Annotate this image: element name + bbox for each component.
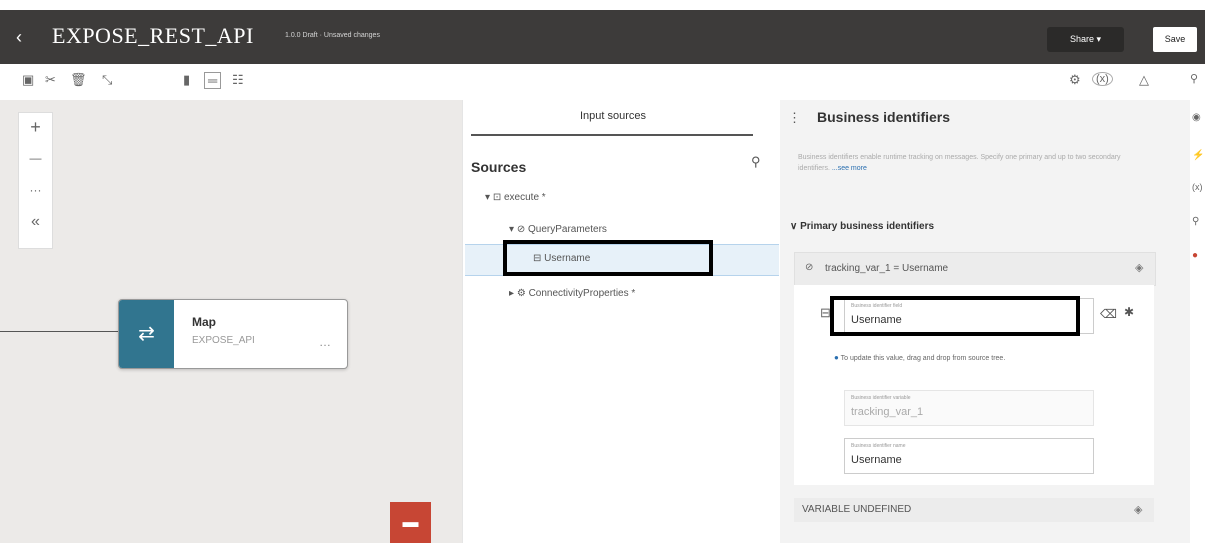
tree-node-connectivity[interactable]: ▸ ⚙ ConnectivityProperties * — [509, 288, 635, 299]
chat-icon[interactable]: ▬ — [390, 502, 431, 543]
visibility-icon[interactable]: ◈ — [1135, 261, 1143, 274]
expand-icon[interactable]: ⤡ — [102, 72, 112, 88]
globe-icon[interactable]: ◉ — [1192, 112, 1201, 123]
business-identifier-name-field[interactable]: Business identifier name Username — [844, 438, 1094, 474]
caret-down-icon: ▾ — [485, 192, 491, 203]
highlight-box — [503, 240, 713, 276]
business-identifiers-panel: ⋮ Business identifiers Business identifi… — [780, 100, 1190, 543]
request-icon: ⊡ — [492, 192, 502, 203]
update-note: ● To update this value, drag and drop fr… — [834, 353, 1094, 364]
node-title: Map — [192, 315, 216, 329]
save-icon[interactable]: ▣ — [22, 72, 34, 88]
primary-identifiers-header[interactable]: ∨ Primary business identifiers — [790, 221, 934, 232]
back-button[interactable]: ‹ — [16, 27, 22, 48]
zoom-in-button[interactable]: + — [19, 117, 52, 138]
identifier-detail-card: ⊟ Business identifier field Username ⌫ ✱… — [794, 285, 1154, 485]
caret-right-icon: ▸ — [509, 288, 515, 299]
panel-title: Business identifiers — [817, 109, 951, 125]
chevron-down-icon: ∨ — [790, 221, 801, 232]
toolbar: ▣ ✂ 🗑 ⤡ ▮ ═ ☷ ⚙ (x) △ ⚲ — [0, 64, 1205, 100]
right-rail: ◉ ⚡ (x) ⚲ ● — [1190, 100, 1205, 543]
node-more-button[interactable]: … — [319, 335, 331, 349]
flow-canvas[interactable]: + — ··· « ⇄ Map EXPOSE_API … ▬ — [0, 100, 462, 543]
drag-handle-icon[interactable]: ⋮ — [788, 110, 801, 126]
pin-icon[interactable]: ✱ — [1124, 305, 1134, 319]
flow-connector — [0, 331, 118, 332]
clear-icon[interactable]: ⌫ — [1100, 307, 1117, 321]
variable-undefined-row[interactable]: VARIABLE UNDEFINED ◈ — [794, 498, 1154, 522]
field-label: Business identifier name — [851, 443, 906, 449]
integration-title: EXPOSE_REST_API — [52, 23, 254, 48]
section-label: Primary business identifiers — [800, 221, 935, 232]
more-options-button[interactable]: ··· — [19, 183, 52, 197]
map-node[interactable]: ⇄ Map EXPOSE_API … — [118, 299, 348, 369]
visibility-icon[interactable]: ◈ — [1134, 503, 1142, 516]
settings-icon[interactable]: ⚙ — [1069, 72, 1081, 88]
variable-undefined-label: VARIABLE UNDEFINED — [802, 504, 912, 515]
zoom-out-button[interactable]: — — [19, 151, 52, 165]
see-more-link[interactable]: ...see more — [832, 165, 867, 172]
ai-assistant-icon[interactable]: ● — [1192, 250, 1198, 261]
search-icon[interactable]: ⚲ — [751, 154, 761, 170]
tree-label: execute * — [503, 192, 546, 203]
tree-node-query-parameters[interactable]: ▾ ⊘ QueryParameters — [509, 224, 607, 235]
caret-down-icon: ▾ — [509, 224, 515, 235]
horizontal-layout-icon[interactable]: ═ — [204, 72, 222, 89]
panel-description: Business identifiers enable runtime trac… — [798, 152, 1148, 174]
variables-icon[interactable]: (x) — [1192, 182, 1203, 192]
variables-icon[interactable]: (x) — [1092, 72, 1113, 86]
share-button[interactable]: Share ▾ — [1047, 27, 1124, 52]
map-icon: ⇄ — [119, 300, 174, 368]
warning-icon[interactable]: △ — [1139, 72, 1149, 88]
app-header: ‹ EXPOSE_REST_API 1.0.0 Draft · Unsaved … — [0, 10, 1205, 64]
business-identifier-variable-field: Business identifier variable tracking_va… — [844, 390, 1094, 426]
parameter-icon: ⊘ — [516, 224, 526, 235]
identifier-icon: ⊘ — [805, 262, 814, 273]
status-text: 1.0.0 Draft · Unsaved changes — [285, 32, 380, 39]
zoom-panel: + — ··· « — [18, 112, 53, 249]
tree-node-execute[interactable]: ▾ ⊡ execute * — [485, 192, 546, 203]
delete-icon[interactable]: 🗑 — [70, 72, 87, 88]
tree-label: QueryParameters — [527, 224, 607, 235]
field-label: Business identifier variable — [851, 395, 911, 401]
tree-label: ConnectivityProperties * — [528, 288, 636, 299]
vertical-layout-icon[interactable]: ▮ — [183, 72, 190, 88]
identifier-summary: tracking_var_1 = Username — [825, 263, 949, 274]
note-text: To update this value, drag and drop from… — [840, 355, 1006, 362]
highlight-box — [830, 296, 1080, 336]
save-button[interactable]: Save — [1153, 27, 1197, 52]
tab-underline — [471, 134, 753, 136]
sources-heading: Sources — [471, 159, 527, 175]
user-icon[interactable]: ⚲ — [1190, 72, 1198, 85]
tree-layout-icon[interactable]: ☷ — [232, 72, 244, 88]
cut-icon[interactable]: ✂ — [45, 72, 56, 88]
collapse-button[interactable]: « — [19, 213, 52, 231]
field-value: tracking_var_1 — [851, 406, 924, 418]
search-icon[interactable]: ⚲ — [1192, 216, 1199, 227]
sources-panel: Input sources Sources ⚲ ▾ ⊡ execute * ▾ … — [462, 100, 781, 543]
field-value: Username — [851, 454, 902, 466]
lightning-icon[interactable]: ⚡ — [1192, 150, 1204, 161]
node-subtitle: EXPOSE_API — [192, 335, 255, 346]
tab-input-sources[interactable]: Input sources — [463, 110, 763, 122]
properties-icon: ⚙ — [516, 288, 526, 299]
info-icon: ● — [834, 353, 839, 362]
identifier-row[interactable]: ⊘ tracking_var_1 = Username ◈ — [794, 252, 1156, 286]
